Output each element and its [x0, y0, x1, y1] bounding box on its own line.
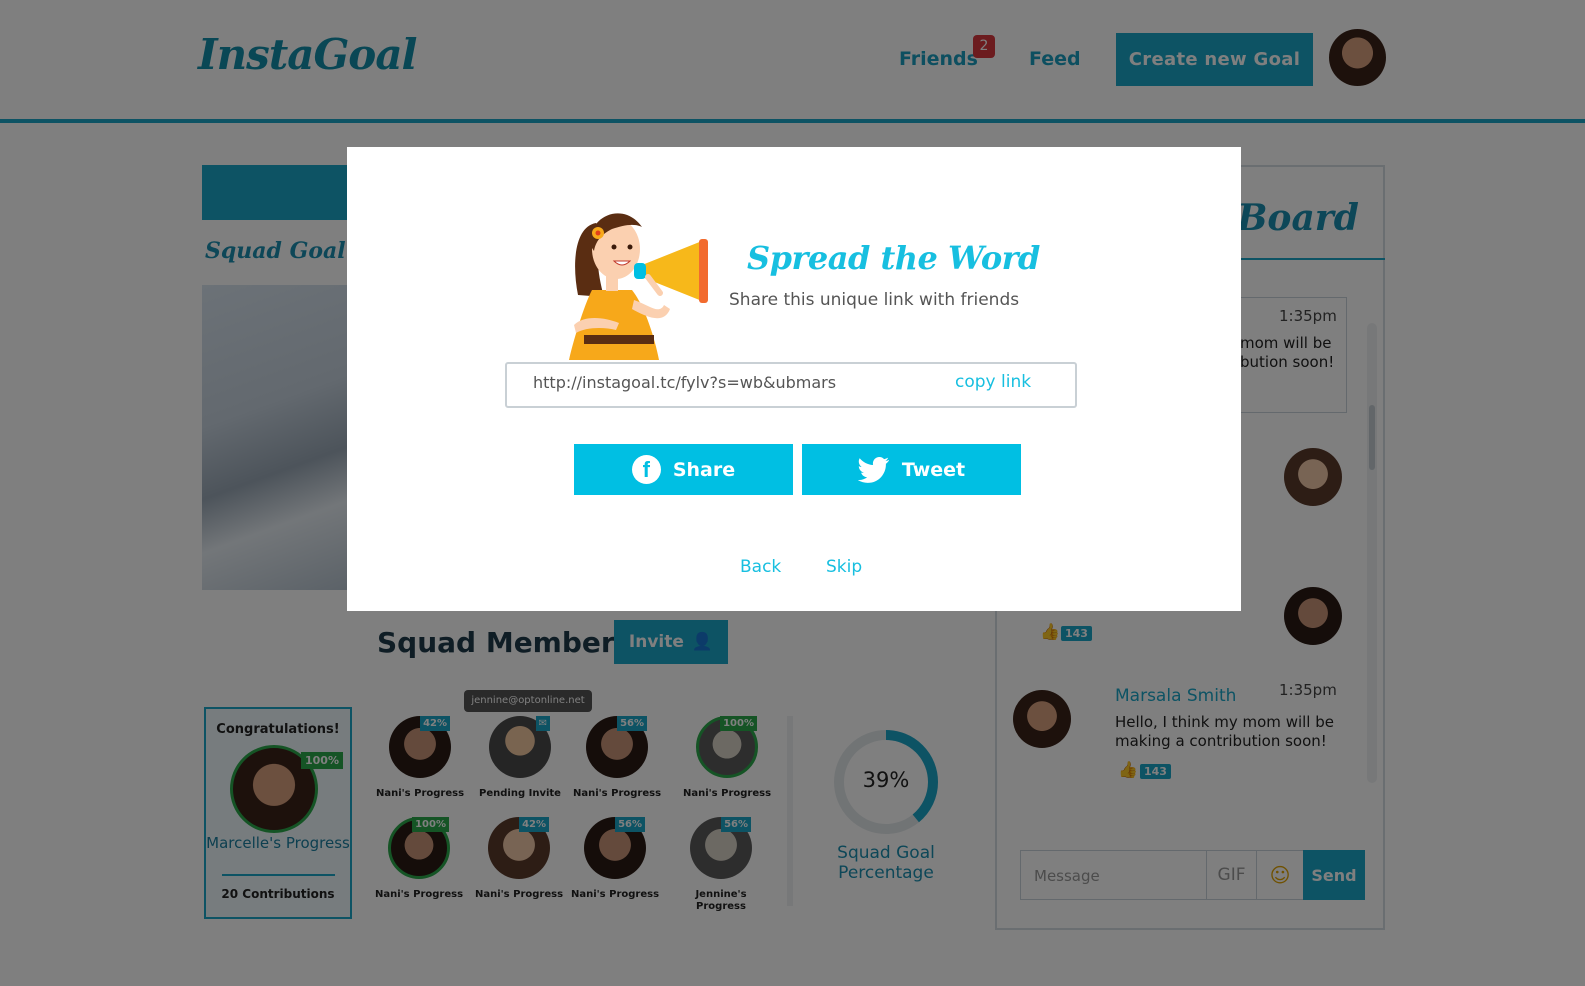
modal-title: Spread the Word [747, 239, 1040, 277]
twitter-bird-icon [857, 456, 889, 483]
skip-link[interactable]: Skip [826, 557, 862, 577]
share-modal: Spread the Word Share this unique link w… [347, 147, 1241, 611]
share-link-text[interactable]: http://instagoal.tc/fylv?s=wb&ubmars [533, 373, 836, 392]
back-link[interactable]: Back [740, 557, 781, 577]
facebook-share-button[interactable]: f Share [574, 444, 793, 495]
share-label: Share [672, 458, 736, 481]
megaphone-girl-illustration [569, 213, 708, 360]
copy-link-button[interactable]: copy link [955, 372, 1031, 392]
twitter-tweet-button[interactable]: Tweet [802, 444, 1021, 495]
tweet-label: Tweet [901, 458, 966, 481]
facebook-icon: f [631, 455, 661, 484]
modal-subtitle: Share this unique link with friends [729, 290, 1020, 310]
